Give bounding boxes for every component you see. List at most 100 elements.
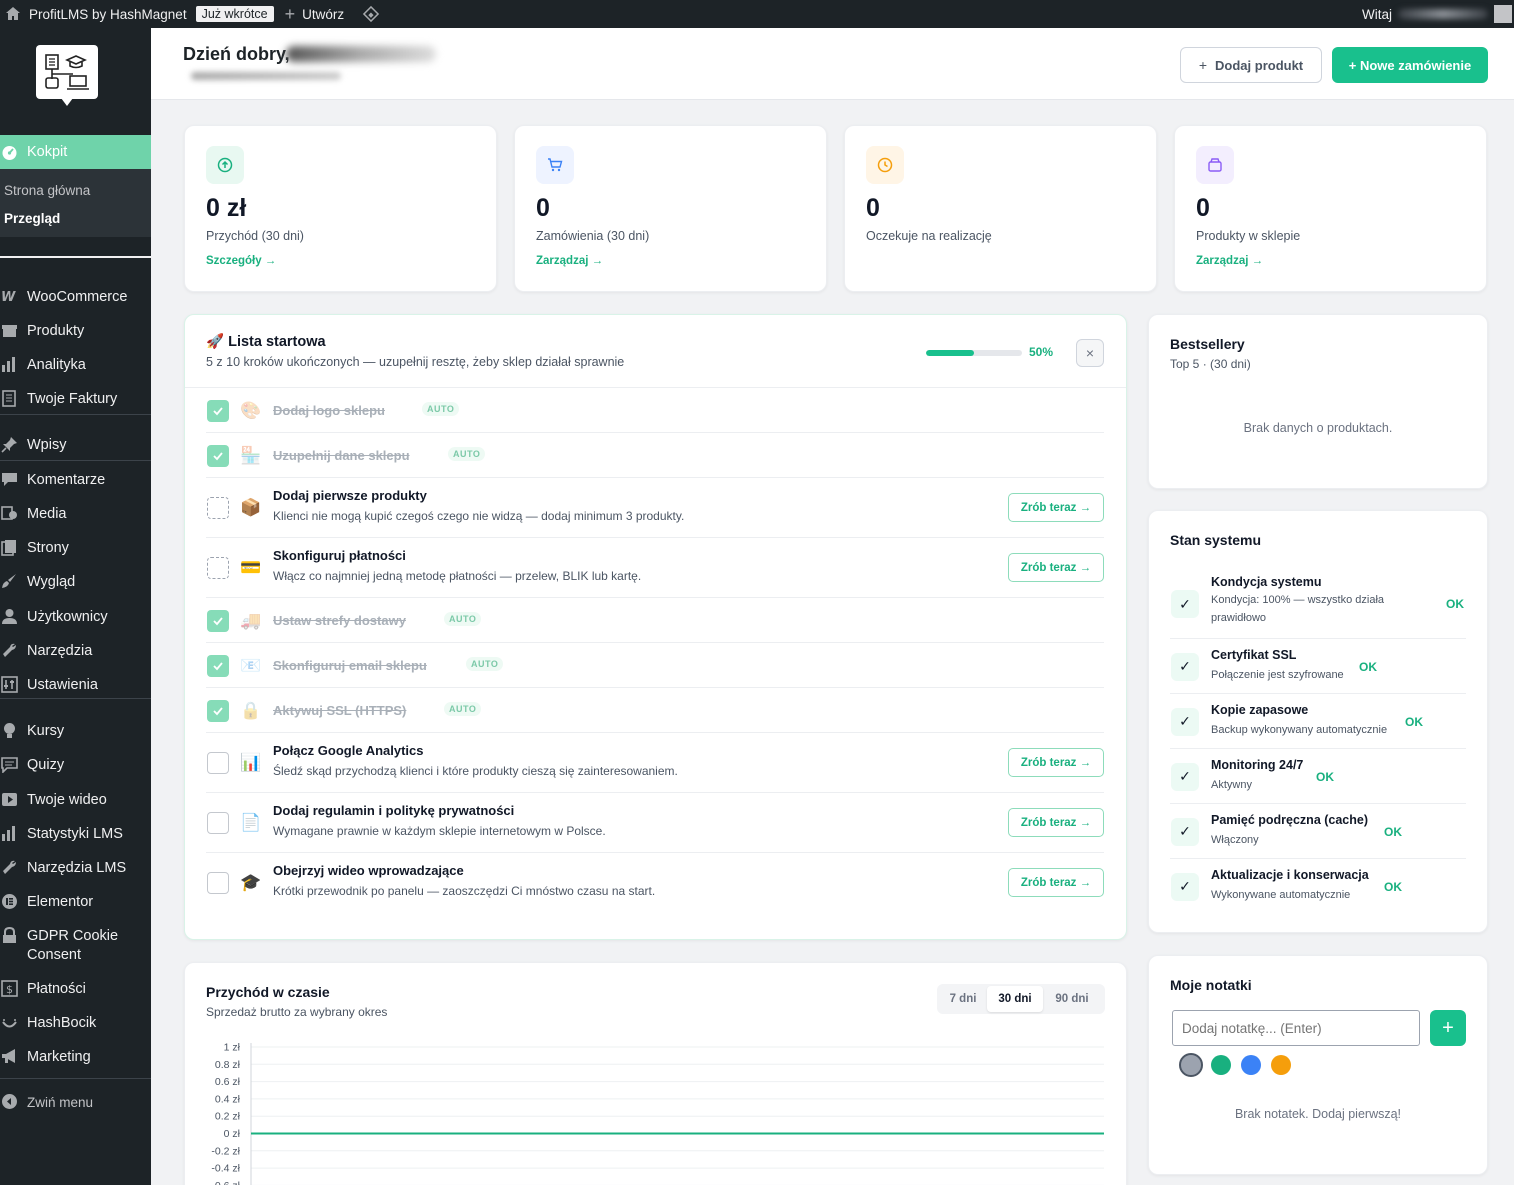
stat-icon-wrap [1196,146,1234,184]
site-home-link[interactable]: ProfitLMS by HashMagnet [0,0,192,28]
checklist-checkbox[interactable] [207,752,229,774]
plugin-menu[interactable]: ◆ [357,0,385,28]
status-title: Certyfikat SSL [1211,647,1297,662]
do-now-button[interactable]: Zrób teraz → [1008,808,1104,837]
dollar-icon: $ [0,980,27,997]
close-checklist-button[interactable]: × [1076,339,1104,367]
sidebar-item-wygląd[interactable]: Wygląd [0,573,151,592]
lock-icon [0,927,27,944]
new-order-button[interactable]: + Nowe zamówienie [1332,47,1488,83]
checklist-checkbox[interactable] [207,812,229,834]
status-title: Aktualizacje i konserwacja [1211,867,1369,882]
checklist-checkbox[interactable] [207,557,229,579]
item-title: Skonfiguruj email sklepu [273,657,427,673]
checklist-checkbox[interactable] [207,444,229,467]
checklist-checkbox[interactable] [207,609,229,632]
redacted-username [1398,9,1488,19]
stat-value: 0 [866,194,880,222]
collapse-menu-button[interactable]: Zwiń menu [0,1093,151,1112]
sidebar-separator [0,414,151,415]
note-color-swatch[interactable] [1271,1055,1291,1075]
note-input[interactable] [1172,1010,1420,1046]
checklist-checkbox[interactable] [207,699,229,722]
sidebar-item-kursy[interactable]: Kursy [0,722,151,741]
sidebar-item-woocommerce[interactable]: W WooCommerce [0,288,151,307]
smile-icon [0,1014,27,1031]
lms-logo-icon [45,54,89,90]
do-now-button[interactable]: Zrób teraz → [1008,748,1104,777]
collapse-icon [0,1093,27,1110]
stat-value: 0 [536,194,550,222]
add-product-button[interactable]: + Dodaj produkt [1180,47,1322,83]
new-content-menu[interactable]: + Utwórz [280,0,350,28]
stat-link[interactable]: Zarządzaj → [1196,255,1263,267]
note-color-swatch[interactable] [1179,1053,1203,1077]
avatar [1494,5,1512,23]
y-tick-label: 1 zł [224,1042,241,1054]
checklist-checkbox[interactable] [207,654,229,677]
sidebar-item-marketing[interactable]: Marketing [0,1048,151,1067]
sidebar-item-gdpr-cookie-consent[interactable]: GDPR Cookie Consent [0,927,151,965]
sidebar-item-narzędzia[interactable]: Narzędzia [0,642,151,661]
add-note-button[interactable]: + [1430,1010,1466,1046]
checklist-percent: 50% [1029,345,1054,359]
sidebar-item-media[interactable]: Media [0,505,151,524]
quiz-icon [0,756,27,773]
check-icon: ✓ [1171,590,1199,618]
sidebar-item-wpisy[interactable]: Wpisy [0,436,151,455]
wrench-icon [0,859,27,876]
my-account-menu[interactable]: Witaj [1362,0,1514,28]
sidebar-item-label: GDPR Cookie Consent [27,928,119,963]
sidebar-item-płatności[interactable]: $ Płatności [0,980,151,999]
checklist-checkbox[interactable] [207,497,229,519]
megaphone-icon [0,1048,27,1065]
sidebar-item-label: Komentarze [27,472,106,488]
howdy-text: Witaj [1362,6,1392,22]
note-color-swatch[interactable] [1211,1055,1231,1075]
do-now-button[interactable]: Zrób teraz → [1008,493,1104,522]
sidebar-item-label: Płatności [27,981,86,997]
stat-icon-wrap [866,146,904,184]
y-tick-label: -0.4 zł [211,1163,240,1175]
sidebar-item-twoje-faktury[interactable]: Twoje Faktury [0,390,151,409]
sidebar-item-hashbocik[interactable]: HashBocik [0,1014,151,1033]
sidebar-item-użytkownicy[interactable]: Użytkownicy [0,608,151,627]
sidebar-separator [0,256,151,258]
submenu-overview[interactable]: Przegląd [0,205,60,233]
sidebar-item-twoje-wideo[interactable]: Twoje wideo [0,791,151,810]
sidebar-item-ustawienia[interactable]: Ustawienia [0,676,151,695]
brand-logo[interactable] [36,45,98,106]
item-emoji-icon: 🚚 [240,610,262,630]
sidebar-item-dashboard[interactable]: Kokpit [0,135,151,169]
elementor-icon [0,893,27,910]
sidebar-item-narzędzia-lms[interactable]: Narzędzia LMS [0,859,151,878]
coming-soon-badge[interactable]: Już wkrótce [195,6,274,22]
sidebar-item-label: Narzędzia LMS [27,860,127,876]
stat-link[interactable]: Szczegóły → [206,255,276,267]
auto-badge: AUTO [448,446,486,461]
sidebar-item-strony[interactable]: Strony [0,539,151,558]
checklist-checkbox[interactable] [207,872,229,894]
redacted-subtitle [191,72,341,80]
item-title: Obejrzyj wideo wprowadzające [273,863,464,878]
stat-link[interactable]: Zarządzaj → [536,255,603,267]
submenu-home[interactable]: Strona główna [0,177,90,205]
note-color-swatch[interactable] [1241,1055,1261,1075]
checklist-item: 🔒 Aktywuj SSL (HTTPS) AUTO [206,688,1104,733]
sidebar-item-quizy[interactable]: Quizy [0,756,151,775]
system-status-row: ✓ Aktualizacje i konserwacja Wykonywane au… [1170,859,1466,914]
archive-icon [0,322,27,339]
sidebar-item-komentarze[interactable]: Komentarze [0,471,151,490]
status-ok-badge: OK [1405,714,1423,729]
do-now-button[interactable]: Zrób teraz → [1008,553,1104,582]
svg-text:◆: ◆ [368,11,374,19]
checklist-checkbox[interactable] [207,399,229,422]
sidebar-item-statystyki-lms[interactable]: Statystyki LMS [0,825,151,844]
sidebar-item-label: Statystyki LMS [27,826,123,842]
stat-label: Produkty w sklepie [1196,229,1301,243]
do-now-button[interactable]: Zrób teraz → [1008,868,1104,897]
sidebar-item-analityka[interactable]: Analityka [0,356,151,375]
sidebar-item-elementor[interactable]: Elementor [0,893,151,912]
sidebar-item-produkty[interactable]: Produkty [0,322,151,341]
check-icon [212,405,224,417]
